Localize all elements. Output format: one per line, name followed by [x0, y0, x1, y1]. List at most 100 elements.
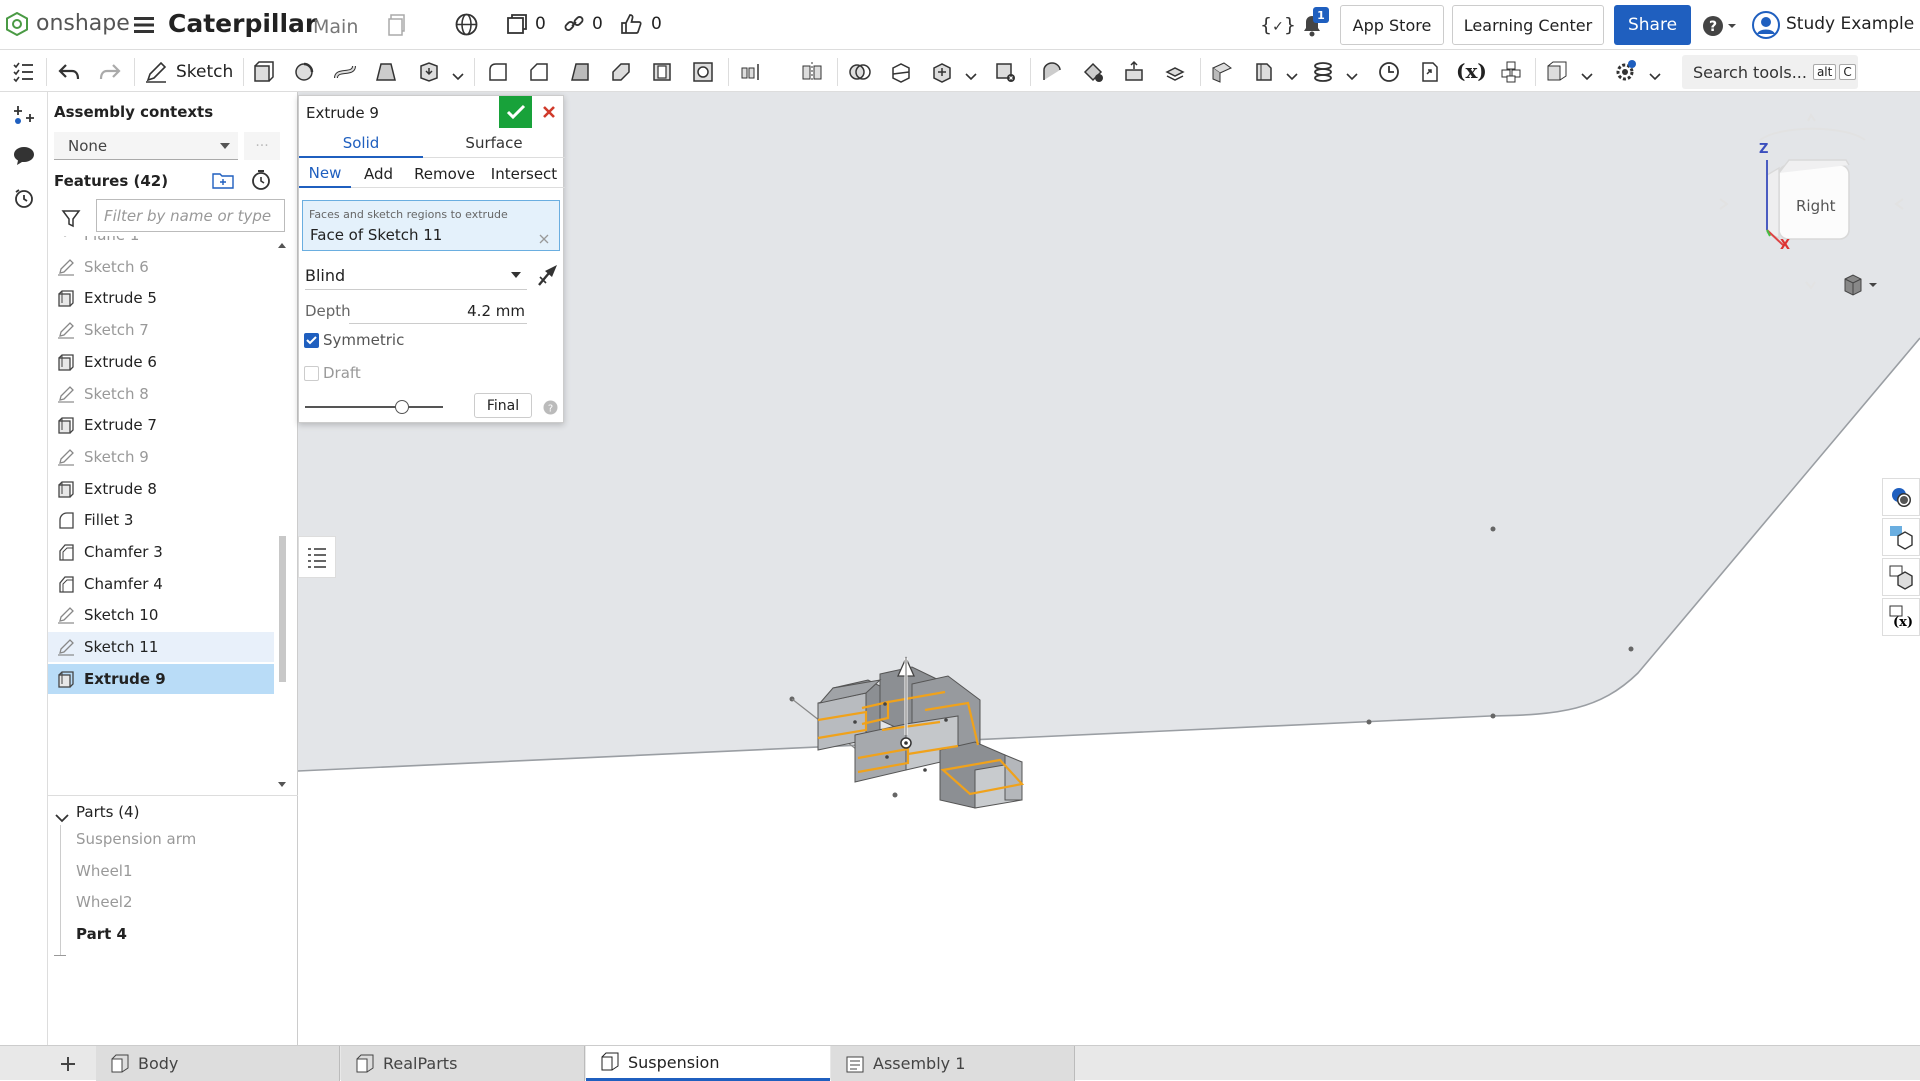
assembly-context-select[interactable]: None	[54, 132, 238, 160]
op-tab-remove[interactable]: Remove	[406, 160, 483, 188]
onshape-logo-icon[interactable]	[6, 11, 28, 37]
boolean-tool-icon[interactable]	[845, 57, 875, 87]
menu-icon[interactable]	[134, 16, 156, 34]
measure-icon[interactable]	[1374, 57, 1404, 87]
document-title[interactable]: Caterpillar	[168, 9, 317, 38]
mate-connector-icon[interactable]	[1248, 57, 1278, 87]
feature-filter-input[interactable]: Filter by name or type	[96, 199, 285, 232]
delete-part-icon[interactable]	[990, 57, 1020, 87]
hole-tool-icon[interactable]	[688, 57, 718, 87]
feature-item[interactable]: Fillet 3	[48, 505, 274, 535]
branch-label[interactable]: Main	[313, 16, 358, 38]
globe-icon[interactable]	[455, 13, 478, 40]
thicken-dropdown-icon[interactable]	[452, 67, 464, 86]
feature-item[interactable]: Chamfer 3	[48, 537, 274, 567]
share-button[interactable]: Share	[1614, 5, 1691, 45]
transform-tool-icon[interactable]	[927, 57, 957, 87]
flip-direction-icon[interactable]	[537, 263, 559, 291]
variables-panel-button[interactable]: (x)	[1882, 598, 1920, 636]
custom-features-dropdown-icon[interactable]	[1649, 67, 1661, 86]
feature-item[interactable]: Sketch 10	[48, 600, 274, 630]
feature-item[interactable]: Sketch 6	[48, 252, 274, 282]
view-mode-button[interactable]	[1838, 270, 1884, 300]
part-item[interactable]: Wheel1	[76, 862, 133, 886]
undo-icon[interactable]	[54, 57, 84, 87]
parts-collapse-icon[interactable]	[55, 808, 69, 827]
tab-realparts[interactable]: RealParts	[341, 1046, 585, 1081]
linear-pattern-icon[interactable]	[736, 57, 766, 87]
split-tool-icon[interactable]	[886, 57, 916, 87]
fillet-tool-icon[interactable]	[483, 57, 513, 87]
derived-icon[interactable]	[1415, 57, 1445, 87]
tab-solid[interactable]: Solid	[299, 129, 423, 158]
feature-item[interactable]: Plane 1	[48, 236, 274, 250]
comments-icon[interactable]	[12, 144, 36, 172]
symmetric-checkbox[interactable]	[304, 333, 319, 348]
mate-connector-rail-icon[interactable]	[12, 102, 36, 130]
help-icon[interactable]: ?	[1702, 15, 1738, 41]
link-icon[interactable]	[564, 14, 584, 38]
helix-tool-icon[interactable]	[1308, 57, 1338, 87]
plane-tool-icon[interactable]	[1207, 57, 1237, 87]
feature-item[interactable]: Extrude 5	[48, 283, 274, 313]
symmetric-label[interactable]: Symmetric	[323, 331, 404, 349]
feature-item[interactable]: Extrude 8	[48, 474, 274, 504]
rib-tool-icon[interactable]	[606, 57, 636, 87]
feature-item[interactable]: Sketch 7	[48, 315, 274, 345]
depth-input[interactable]: 4.2 mm	[349, 298, 527, 324]
help-icon[interactable]: ?	[543, 400, 558, 419]
helix-dropdown-icon[interactable]	[1346, 67, 1358, 86]
redo-icon[interactable]	[95, 57, 125, 87]
rollback-slider[interactable]	[305, 396, 443, 418]
versions-icon[interactable]	[506, 13, 528, 39]
extrude-tool-icon[interactable]	[248, 57, 278, 87]
sweep-tool-icon[interactable]	[330, 57, 360, 87]
chamfer-tool-icon[interactable]	[524, 57, 554, 87]
add-tab-button[interactable]	[48, 1046, 88, 1081]
shell-tool-icon[interactable]	[647, 57, 677, 87]
view-cube-face-right[interactable]: Right	[1796, 197, 1836, 215]
part-item[interactable]: Wheel2	[76, 893, 133, 917]
add-folder-icon[interactable]	[212, 170, 234, 194]
document-copy-icon[interactable]	[388, 14, 408, 40]
search-tools-input[interactable]: Search tools... alt C	[1682, 55, 1858, 89]
tab-body[interactable]: Body	[96, 1046, 340, 1081]
feature-item[interactable]: Chamfer 4	[48, 569, 274, 599]
appearance-panel-button[interactable]	[1882, 478, 1920, 516]
loft-tool-icon[interactable]	[371, 57, 401, 87]
configuration-panel-button[interactable]	[1882, 558, 1920, 596]
mate-connector-dropdown-icon[interactable]	[1286, 67, 1298, 86]
feature-item[interactable]: Extrude 6	[48, 347, 274, 377]
feature-list-toggle-icon[interactable]	[8, 57, 38, 87]
selection-box[interactable]: Faces and sketch regions to extrude Face…	[302, 200, 560, 251]
sketch-button[interactable]: Sketch	[144, 58, 233, 86]
variable-studio-icon[interactable]: {✓}	[1260, 14, 1296, 36]
custom-features-gear-icon[interactable]	[1610, 57, 1640, 87]
draft-label[interactable]: Draft	[323, 364, 361, 382]
part-studio-dropdown-icon[interactable]	[1581, 67, 1593, 86]
tab-assembly-1[interactable]: Assembly 1	[831, 1046, 1075, 1081]
op-tab-add[interactable]: Add	[351, 160, 406, 188]
parts-heading[interactable]: Parts (4)	[76, 803, 139, 821]
end-type-select[interactable]: Blind	[305, 262, 527, 290]
tab-surface[interactable]: Surface	[423, 129, 565, 158]
configurator-icon[interactable]	[1496, 57, 1526, 87]
tab-suspension[interactable]: Suspension	[586, 1046, 830, 1081]
filter-icon[interactable]	[61, 208, 81, 232]
delete-face-icon[interactable]	[1078, 57, 1108, 87]
final-button[interactable]: Final	[474, 393, 532, 418]
cancel-button[interactable]	[533, 96, 564, 128]
confirm-button[interactable]	[499, 96, 532, 128]
bill-of-materials-button[interactable]	[1882, 518, 1920, 556]
op-tab-intersect[interactable]: Intersect	[483, 160, 565, 188]
learning-center-button[interactable]: Learning Center	[1452, 5, 1604, 45]
feature-item[interactable]: Extrude 7	[48, 410, 274, 440]
draft-checkbox[interactable]	[304, 366, 319, 381]
variable-tool-icon[interactable]: (x)	[1456, 59, 1487, 83]
modify-fillet-icon[interactable]	[1037, 57, 1067, 87]
mirror-tool-icon[interactable]	[797, 57, 827, 87]
context-more-icon[interactable]: ···	[244, 132, 280, 160]
like-icon[interactable]	[619, 12, 643, 39]
transform-dropdown-icon[interactable]	[965, 67, 977, 86]
slider-thumb[interactable]	[394, 400, 409, 414]
